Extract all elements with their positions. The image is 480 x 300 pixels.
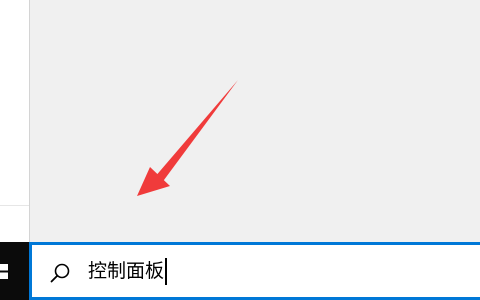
taskbar-search-box[interactable]: 控制面板 [29, 242, 480, 300]
windows-logo-icon [0, 264, 8, 279]
search-query-text: 控制面板 [88, 260, 165, 282]
search-input[interactable]: 控制面板 [88, 256, 167, 286]
taskbar: 控制面板 [0, 242, 480, 300]
start-button[interactable] [0, 242, 29, 300]
red-arrow-annotation [137, 80, 238, 196]
arrow-shaft [154, 80, 238, 184]
text-caret [165, 257, 167, 285]
search-icon [50, 263, 70, 283]
